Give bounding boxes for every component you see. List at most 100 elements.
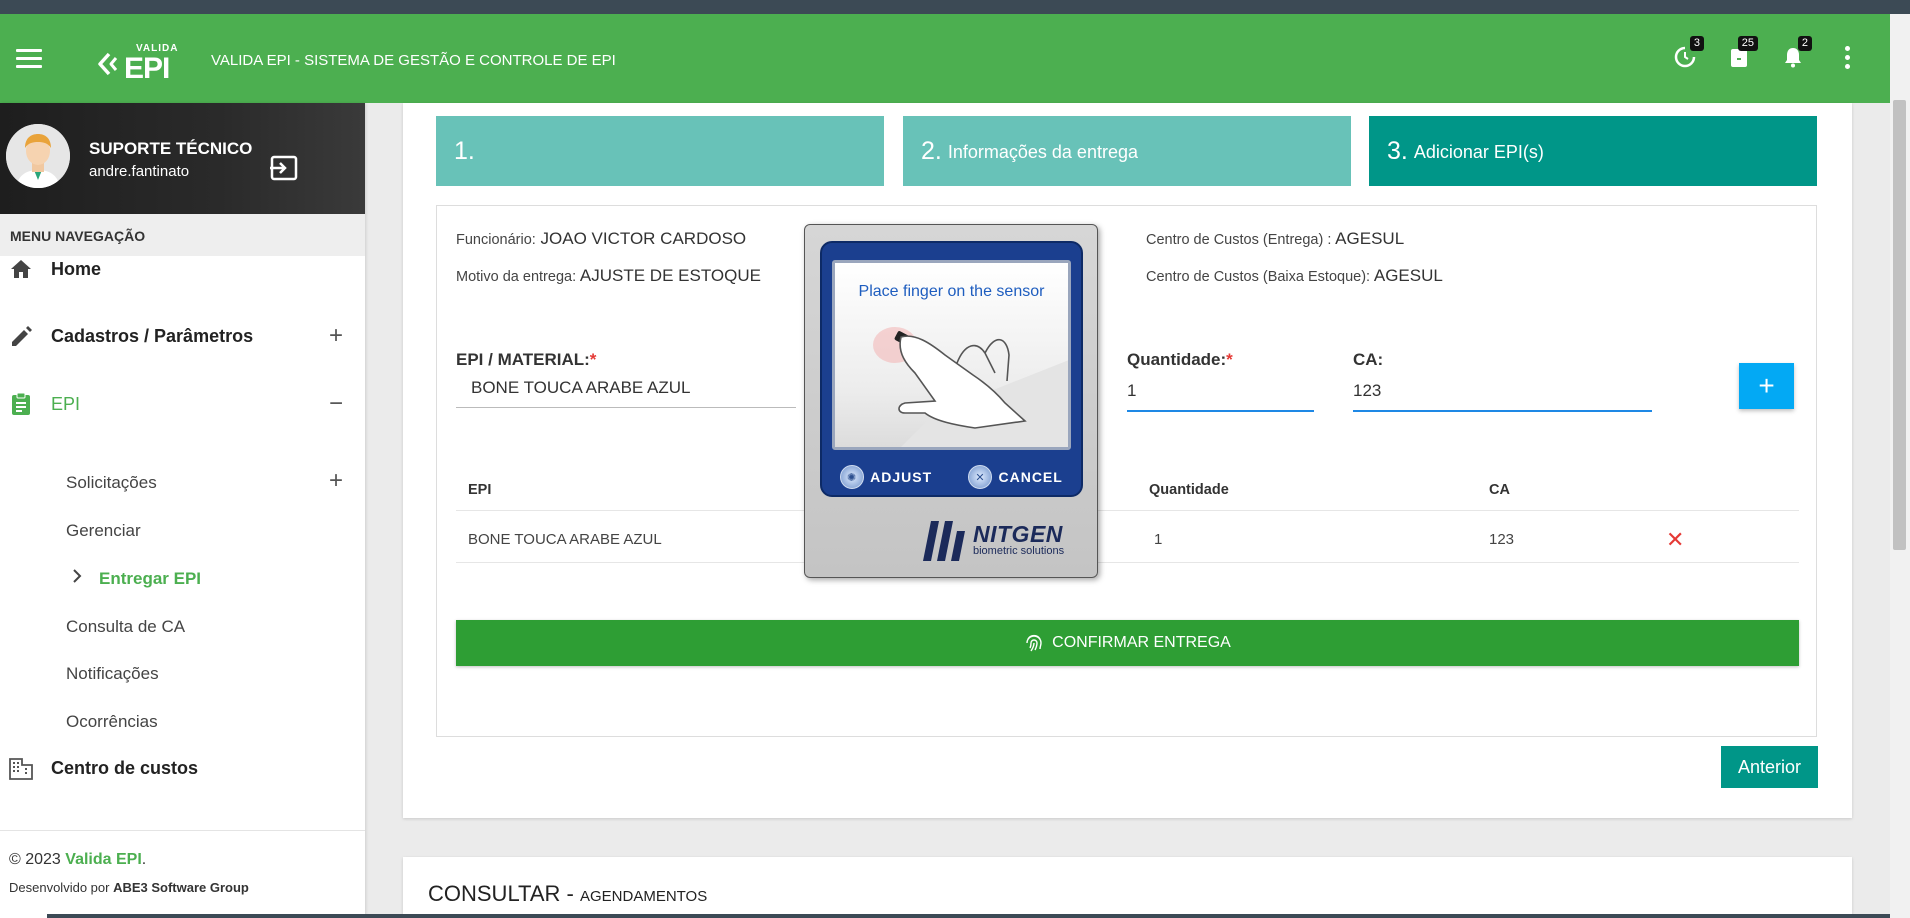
sidebar-subitem-label: Solicitações: [66, 473, 157, 492]
step-1[interactable]: 1.: [436, 116, 884, 186]
column-header-ca: CA: [1489, 482, 1510, 498]
hamburger-menu-icon[interactable]: [16, 49, 42, 69]
required-asterisk: *: [589, 350, 597, 369]
adjust-label: ADJUST: [870, 469, 933, 485]
developer-company: ABE3 Software Group: [113, 880, 249, 895]
developed-by-prefix: Desenvolvido por: [9, 880, 114, 895]
sidebar-subitem-notificacoes[interactable]: Notificações: [66, 664, 159, 684]
menu-header: MENU NAVEGAÇÃO: [0, 214, 365, 256]
quantity-input[interactable]: 1: [1127, 381, 1314, 412]
cancel-label: CANCEL: [998, 469, 1063, 485]
step-label: Adicionar EPI(s): [1413, 142, 1544, 162]
expand-plus-icon[interactable]: +: [329, 322, 343, 350]
sidebar-subitem-ocorrencias[interactable]: Ocorrências: [66, 712, 158, 732]
browser-strip: [0, 0, 1910, 14]
delivery-card: 1. 2. Informações da entrega 3. Adicionar …: [403, 103, 1852, 818]
adjust-button[interactable]: ✺ ADJUST: [840, 465, 932, 489]
ca-label: CA:: [1353, 350, 1384, 369]
table-cell-quantity: 1: [1154, 531, 1163, 548]
cost-center-delivery-label: Centro de Custos (Entrega) :: [1146, 232, 1332, 248]
sidebar-subitem-entregar-epi[interactable]: Entregar EPI: [72, 569, 201, 589]
avatar-illustration: [6, 124, 70, 188]
step-3-active[interactable]: 3. Adicionar EPI(s): [1369, 116, 1817, 186]
sidebar-item-label: Centro de custos: [51, 757, 199, 778]
previous-button[interactable]: Anterior: [1721, 746, 1818, 788]
consult-title: CONSULTAR - AGENDAMENTOS: [428, 881, 707, 907]
sidebar-subitem-label: Entregar EPI: [99, 569, 202, 588]
sidebar-subitem-solicitacoes[interactable]: Solicitações: [66, 473, 157, 493]
avatar: [6, 124, 70, 188]
notifications-badge: 2: [1797, 36, 1812, 51]
pencil-icon: [12, 326, 32, 346]
collapse-minus-icon[interactable]: −: [329, 390, 343, 418]
sidebar-subitem-gerenciar[interactable]: Gerenciar: [66, 521, 141, 541]
tasks-badge: 25: [1737, 36, 1758, 51]
confirm-delivery-button[interactable]: CONFIRMAR ENTREGA: [456, 620, 1799, 666]
logo[interactable]: VALIDA EPI: [96, 44, 178, 84]
cost-center-stock-label: Centro de Custos (Baixa Estoque):: [1146, 269, 1371, 285]
column-header-quantity: Quantidade: [1149, 482, 1229, 498]
cost-center-stock-info: Centro de Custos (Baixa Estoque): AGESUL: [1146, 266, 1443, 286]
cost-center-delivery-value: AGESUL: [1335, 229, 1405, 248]
building-icon: [9, 758, 33, 780]
nitgen-logo-mark: [923, 521, 965, 561]
sidebar-subitem-label: Ocorrências: [66, 712, 158, 731]
user-panel: SUPORTE TÉCNICO andre.fantinato: [0, 103, 365, 214]
remove-row-icon[interactable]: ✕: [1666, 527, 1684, 553]
consult-card: CONSULTAR - AGENDAMENTOS: [403, 857, 1852, 918]
finger-on-sensor-illustration: [873, 327, 1068, 447]
table-row-divider: [456, 562, 1799, 563]
logo-mark-icon: [98, 52, 118, 76]
fingerprint-dialog: Place finger on the sensor ✺ ADJUST ✕ CANC…: [804, 224, 1098, 578]
clipboard-icon: [12, 392, 30, 415]
copyright-brand-link[interactable]: Valida EPI: [65, 851, 141, 868]
sidebar-item-label: Cadastros / Parâmetros: [51, 325, 254, 346]
bottom-strip: [47, 914, 1890, 918]
material-label-text: EPI / MATERIAL:: [456, 350, 590, 369]
step-number: 2.: [921, 136, 942, 165]
ca-input[interactable]: 123: [1353, 381, 1652, 412]
required-asterisk: *: [1226, 350, 1233, 369]
sidebar-subitem-label: Gerenciar: [66, 521, 141, 540]
table-cell-epi: BONE TOUCA ARABE AZUL: [468, 531, 662, 548]
user-login: andre.fantinato: [89, 163, 190, 180]
top-icons: 3 25 2: [1672, 36, 1860, 72]
cost-center-stock-value: AGESUL: [1373, 266, 1443, 285]
step-2[interactable]: 2. Informações da entrega: [903, 116, 1351, 186]
copyright: © 2023 Valida EPI.: [9, 851, 146, 869]
history-button[interactable]: 3: [1672, 36, 1704, 72]
top-bar: VALIDA EPI VALIDA EPI - SISTEMA DE GESTÃ…: [0, 14, 1890, 103]
history-badge: 3: [1689, 36, 1704, 51]
fingerprint-buttons: ✺ ADJUST ✕ CANCEL: [822, 465, 1081, 489]
cancel-button[interactable]: ✕ CANCEL: [968, 465, 1062, 489]
tasks-button[interactable]: 25: [1726, 36, 1758, 72]
consult-title-text: CONSULTAR -: [428, 881, 580, 906]
sidebar-subitem-consulta-ca[interactable]: Consulta de CA: [66, 617, 185, 637]
logo-big-text: EPI: [124, 52, 170, 85]
chevron-right-icon: [73, 569, 82, 583]
column-header-epi: EPI: [468, 482, 492, 498]
consult-subtitle: AGENDAMENTOS: [579, 888, 708, 905]
material-input[interactable]: BONE TOUCA ARABE AZUL: [456, 378, 796, 408]
more-options-icon[interactable]: [1834, 42, 1860, 72]
step-number: 3.: [1387, 136, 1408, 165]
cost-center-delivery-info: Centro de Custos (Entrega) : AGESUL: [1146, 229, 1404, 249]
cancel-icon: ✕: [968, 465, 993, 489]
add-epi-button[interactable]: +: [1739, 363, 1794, 409]
step-content: Funcionário: JOAO VICTOR CARDOSO Motivo …: [436, 205, 1817, 737]
employee-label: Funcionário:: [456, 232, 536, 248]
sidebar-subitem-label: Consulta de CA: [66, 617, 186, 636]
fingerprint-screen-frame: Place finger on the sensor ✺ ADJUST ✕ CANC…: [820, 241, 1083, 497]
confirm-delivery-label: CONFIRMAR ENTREGA: [1052, 634, 1231, 651]
logout-icon[interactable]: [269, 155, 299, 181]
expand-plus-icon[interactable]: +: [329, 467, 343, 495]
nitgen-logo: NITGEN biometric solutions: [917, 517, 1064, 563]
notifications-button[interactable]: 2: [1780, 36, 1812, 72]
sidebar: SUPORTE TÉCNICO andre.fantinato MENU NAV…: [0, 103, 365, 918]
nitgen-brand: NITGEN: [973, 521, 1063, 547]
scrollbar-thumb[interactable]: [1893, 100, 1906, 550]
sidebar-item-label: Home: [51, 258, 102, 279]
step-label: Informações da entrega: [947, 142, 1138, 162]
step-number: 1.: [454, 136, 475, 165]
quantity-label-text: Quantidade:: [1127, 350, 1227, 369]
